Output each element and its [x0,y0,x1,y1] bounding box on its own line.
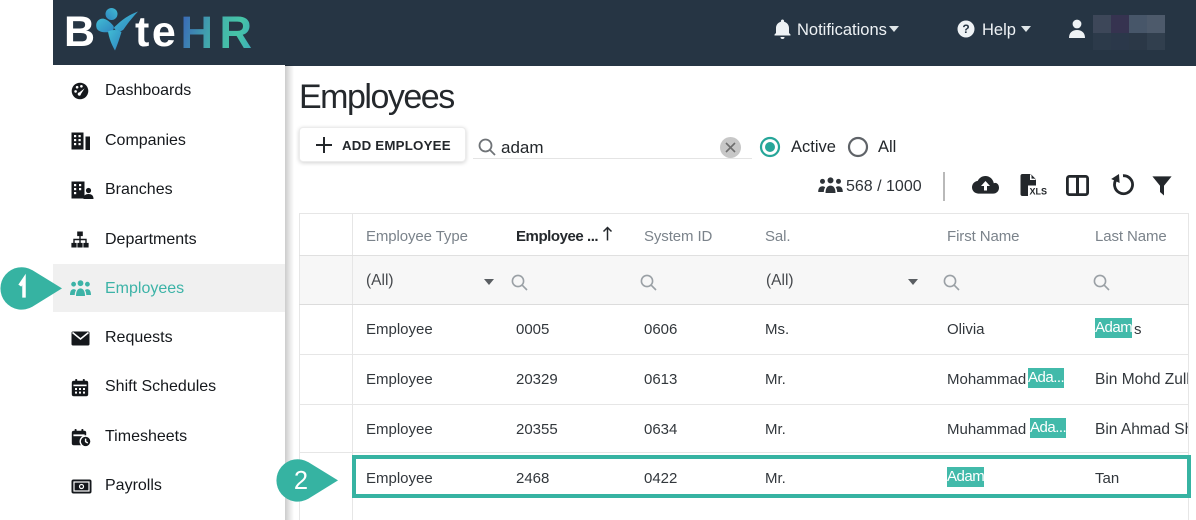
svg-text:?: ? [962,22,969,36]
svg-text:XLS: XLS [1030,187,1048,197]
svg-text:2: 2 [294,467,308,495]
